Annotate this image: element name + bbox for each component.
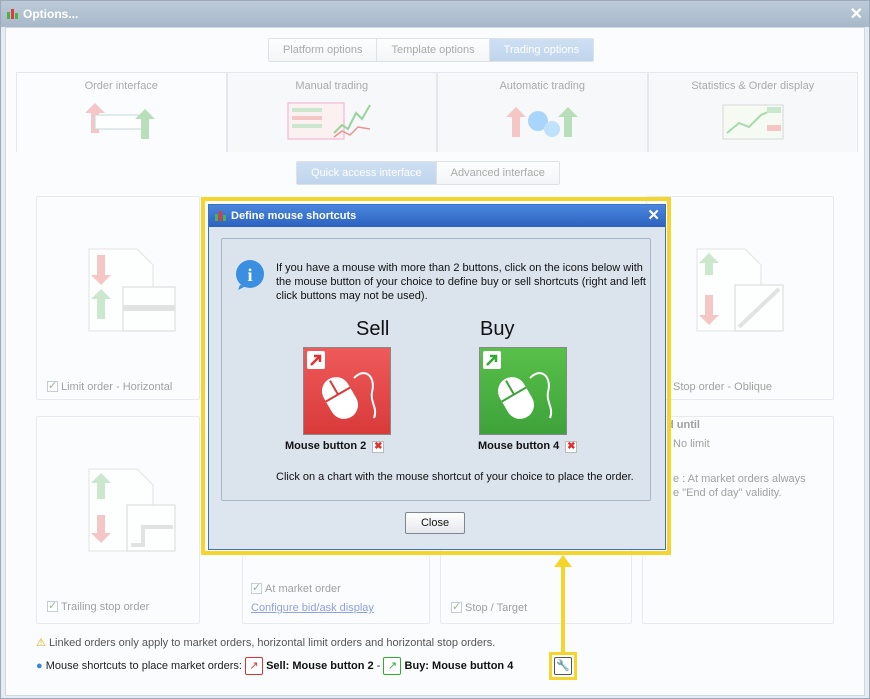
tab-statistics-label: Statistics & Order display <box>691 80 815 92</box>
info-icon: i <box>236 260 264 290</box>
window-titlebar: Options... ✕ <box>1 1 869 27</box>
buy-button-text: Mouse button 4 <box>478 440 560 452</box>
tab-trading-options[interactable]: Trading options <box>489 39 594 61</box>
automatic-trading-icon <box>506 107 579 137</box>
buy-label: Buy: <box>404 659 429 672</box>
options-window: Options... ✕ Platform options Template o… <box>0 0 870 699</box>
sell-arrow-icon: ↗ <box>245 657 264 675</box>
wrench-icon[interactable]: 🔧 <box>554 657 572 675</box>
statistics-icon <box>722 104 784 140</box>
top-tab-bar: Platform options Template options Tradin… <box>268 38 595 62</box>
buy-arrow-icon: ↗ <box>383 657 402 675</box>
mouse-icon <box>498 372 553 419</box>
panel-stop-order-oblique[interactable]: Stop order - Oblique <box>646 196 834 400</box>
separator: - <box>376 659 381 672</box>
svg-text:i: i <box>247 265 252 285</box>
big-tab-bar: Order interface Manual trading Automatic… <box>16 72 858 152</box>
buy-heading: Buy <box>480 318 515 340</box>
app-icon <box>7 9 18 19</box>
clear-sell-icon[interactable]: ✖ <box>372 441 385 453</box>
stop-order-oblique-icon <box>696 248 784 332</box>
at-market-order-label: At market order <box>265 583 341 595</box>
buy-mouse-tile[interactable] <box>479 347 567 435</box>
dialog-title: Define mouse shortcuts <box>231 210 357 222</box>
mouse-shortcuts-label: Mouse shortcuts to place market orders: <box>45 659 242 672</box>
dialog-app-icon <box>215 211 226 221</box>
manual-trading-icon <box>287 102 371 140</box>
buy-shortcut-value: Mouse button 4 <box>432 659 514 672</box>
dialog-info-text: If you have a mouse with more than 2 but… <box>276 262 646 302</box>
tab-automatic-trading[interactable]: Automatic trading <box>437 72 648 152</box>
checkbox-box[interactable] <box>47 599 58 612</box>
checkbox-box[interactable] <box>47 379 58 392</box>
sell-shortcut-value: Mouse button 2 <box>292 659 374 672</box>
checkbox-box[interactable] <box>251 581 262 594</box>
stop-order-oblique-label: Stop order - Oblique <box>673 381 773 393</box>
trailing-stop-order-label: Trailing stop order <box>61 601 150 613</box>
linked-orders-note: ⚠ Linked orders only apply to market ord… <box>36 636 495 649</box>
dialog-titlebar: Define mouse shortcuts ✕ <box>209 205 665 227</box>
warning-icon: ⚠ <box>36 637 46 649</box>
limit-order-horizontal-checkbox[interactable]: Limit order - Horizontal <box>47 379 173 393</box>
highlight-connector <box>561 563 565 655</box>
tab-platform-options[interactable]: Platform options <box>269 39 378 61</box>
dialog-close-icon[interactable]: ✕ <box>647 206 660 224</box>
configure-bid-ask-link[interactable]: Configure bid/ask display <box>251 602 374 614</box>
tab-template-options[interactable]: Template options <box>377 39 490 61</box>
stop-target-checkbox[interactable]: Stop / Target <box>451 600 528 614</box>
dialog-hint: Click on a chart with the mouse shortcut… <box>276 471 634 483</box>
panel-trailing-stop-order[interactable]: Trailing stop order <box>36 416 200 624</box>
limit-order-horizontal-label: Limit order - Horizontal <box>61 381 173 393</box>
stop-target-label: Stop / Target <box>465 602 528 614</box>
sell-button-label: Mouse button 2 ✖ <box>285 440 385 453</box>
define-mouse-shortcuts-dialog: Define mouse shortcuts ✕ i If you have a… <box>208 204 666 550</box>
close-button[interactable]: Close <box>405 512 465 534</box>
tab-statistics-order-display[interactable]: Statistics & Order display <box>647 72 858 152</box>
market-note-line1: e : At market orders always <box>673 473 806 485</box>
sell-mouse-tile[interactable] <box>303 347 391 435</box>
tab-advanced-interface[interactable]: Advanced interface <box>436 162 559 184</box>
window-close-icon[interactable]: ✕ <box>850 4 863 24</box>
checkbox-box[interactable] <box>451 600 462 613</box>
sell-label: Sell: <box>266 659 290 672</box>
tab-manual-trading-label: Manual trading <box>295 80 369 92</box>
linked-orders-text: Linked orders only apply to market order… <box>48 637 496 649</box>
panel-limit-order-horizontal[interactable]: Limit order - Horizontal <box>36 196 200 400</box>
panel-stop-target: Stop / Target <box>440 548 632 624</box>
dialog-content: i If you have a mouse with more than 2 b… <box>221 238 651 501</box>
market-note-line2: e "End of day" validity. <box>673 487 782 499</box>
tab-order-interface-label: Order interface <box>84 80 158 92</box>
mouse-shortcuts-summary: ● Mouse shortcuts to place market orders… <box>36 657 513 675</box>
at-market-order-checkbox[interactable]: At market order <box>251 581 341 595</box>
window-title: Options... <box>23 7 79 21</box>
sell-button-text: Mouse button 2 <box>285 440 367 452</box>
tab-automatic-trading-label: Automatic trading <box>499 80 586 92</box>
buy-button-label: Mouse button 4 ✖ <box>478 440 578 453</box>
no-limit-option[interactable]: No limit <box>673 438 710 450</box>
trailing-stop-order-checkbox[interactable]: Trailing stop order <box>47 599 150 613</box>
panel-at-market-order: At market order Configure bid/ask displa… <box>242 548 430 624</box>
sell-heading: Sell <box>356 318 390 340</box>
valid-until-heading: d until <box>667 419 700 431</box>
order-interface-icon <box>85 103 156 139</box>
sub-tab-bar: Quick access interface Advanced interfac… <box>296 161 560 185</box>
trailing-stop-order-icon <box>88 468 176 552</box>
mouse-icon <box>322 372 377 419</box>
clear-buy-icon[interactable]: ✖ <box>565 441 578 453</box>
limit-order-horizontal-icon <box>88 248 176 332</box>
speech-bubble-icon: ● <box>36 659 43 672</box>
tab-quick-access-interface[interactable]: Quick access interface <box>297 162 437 184</box>
tab-order-interface[interactable]: Order interface <box>16 72 227 152</box>
tab-manual-trading[interactable]: Manual trading <box>226 72 437 152</box>
